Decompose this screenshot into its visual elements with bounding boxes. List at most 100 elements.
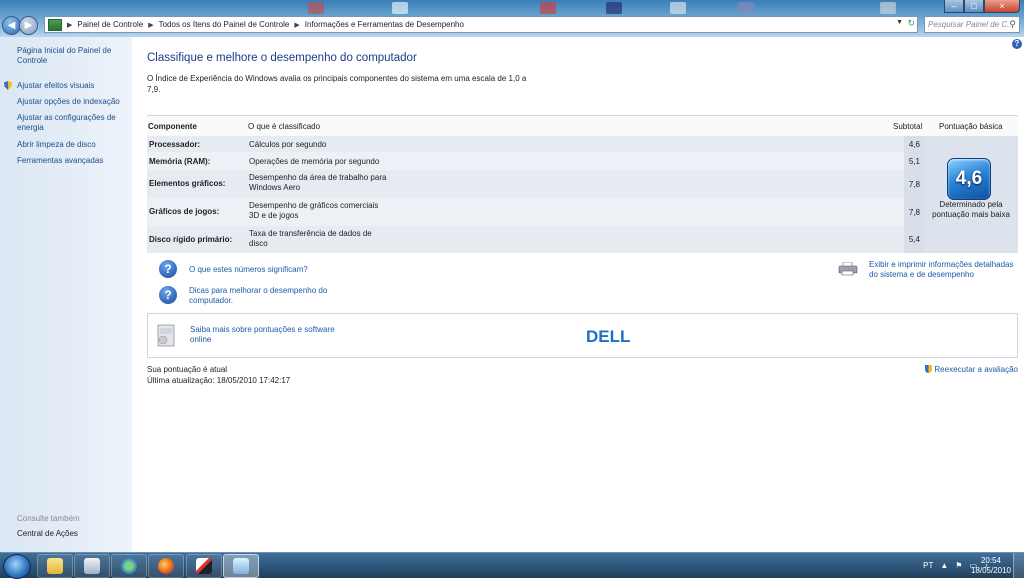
- link-performance-tips[interactable]: Dicas para melhorar o desempenho do comp…: [189, 286, 339, 306]
- language-indicator[interactable]: PT: [923, 561, 933, 570]
- header-rated: O que é classificado: [248, 122, 321, 131]
- software-box-icon: [157, 324, 175, 347]
- header-subtotal: Subtotal: [893, 122, 923, 131]
- taskbar-performance[interactable]: [223, 554, 259, 578]
- sidebar-item-visual-effects[interactable]: Ajustar efeitos visuais: [17, 81, 127, 91]
- score-table: Processador: Cálculos por segundo Memóri…: [147, 136, 1018, 253]
- sidebar-item-indexing[interactable]: Ajustar opções de indexação: [17, 97, 127, 107]
- row-rated: Operações de memória por segundo: [249, 157, 380, 166]
- rerun-assessment-link[interactable]: Reexecutar a avaliação: [925, 365, 1018, 374]
- clock-time: 20:54: [980, 556, 1001, 565]
- desktop-icon: [880, 2, 896, 14]
- chevron-down-icon[interactable]: ▼: [896, 19, 903, 26]
- table-row: Memória (RAM): Operações de memória por …: [147, 152, 924, 170]
- base-score-badge: 4,6: [947, 158, 991, 200]
- row-subtotal: 7,8: [908, 180, 920, 189]
- desktop-icon: [738, 2, 754, 14]
- firefox-icon: [158, 558, 174, 574]
- arrow-right-icon: ▶: [24, 20, 33, 31]
- chevron-right-icon: ▶: [294, 21, 300, 29]
- base-score-cell: 4,6 Determinado pela pontuação mais baix…: [924, 136, 1018, 253]
- control-panel-icon: [233, 558, 249, 574]
- tool-icon: [196, 558, 212, 574]
- row-component: Memória (RAM):: [149, 157, 211, 166]
- row-rated: Desempenho de gráficos comerciais 3D e d…: [249, 201, 379, 220]
- chevron-right-icon: ▶: [148, 21, 154, 29]
- chevron-right-icon: ▶: [67, 21, 73, 29]
- row-subtotal: 5,4: [908, 235, 920, 244]
- forward-button[interactable]: ▶: [19, 16, 38, 35]
- breadcrumb-item[interactable]: Informações e Ferramentas de Desempenho: [302, 20, 467, 29]
- sidebar-item-power[interactable]: Ajustar as configurações de energia: [17, 113, 127, 133]
- sidebar-item-advanced-tools[interactable]: Ferramentas avançadas: [17, 156, 127, 166]
- base-score-note: Determinado pela pontuação mais baixa: [932, 200, 1010, 219]
- clock-date: 18/05/2010: [970, 566, 1011, 575]
- refresh-icon[interactable]: ↻: [907, 18, 915, 29]
- start-button[interactable]: [3, 554, 31, 579]
- flag-icon[interactable]: ⚑: [955, 561, 962, 570]
- shield-icon: [4, 81, 12, 90]
- control-panel-icon: [48, 18, 62, 31]
- desktop-icon: [392, 2, 408, 14]
- row-subtotal: 5,1: [908, 157, 920, 166]
- help-icon[interactable]: ?: [1012, 39, 1022, 49]
- address-bar[interactable]: ▶ Painel de Controle ▶ Todos os Itens do…: [44, 16, 918, 33]
- taskbar-firefox[interactable]: [148, 554, 184, 578]
- taskbar-explorer[interactable]: [37, 554, 73, 578]
- more-info-box: Saiba mais sobre pontuações e software o…: [147, 313, 1018, 358]
- row-subtotal: 4,6: [908, 140, 920, 149]
- arrow-left-icon: ◀: [7, 20, 16, 31]
- sidebar-item-disk-cleanup[interactable]: Abrir limpeza de disco: [17, 140, 127, 150]
- window-app-icon: [84, 558, 100, 574]
- minimize-button[interactable]: –: [944, 0, 964, 13]
- taskbar: PT ▲ ⚑ ▭ ♪ 20:54 18/05/2010: [0, 552, 1024, 579]
- show-desktop-button[interactable]: [1013, 553, 1024, 578]
- users-icon: [121, 558, 137, 574]
- maximize-button[interactable]: □: [964, 0, 984, 13]
- subtotal-column: 4,6 5,1 7,8 7,8 5,4: [904, 136, 924, 253]
- close-button[interactable]: ×: [984, 0, 1020, 13]
- shield-icon: [925, 365, 933, 373]
- row-rated: Cálculos por segundo: [249, 140, 327, 149]
- search-icon[interactable]: ⚲: [1009, 19, 1016, 30]
- row-component: Gráficos de jogos:: [149, 207, 220, 216]
- window-chrome: – □ × ◀ ▶ ▶ Painel de Controle ▶ Todos o…: [0, 0, 1024, 37]
- clock[interactable]: 20:54 18/05/2010: [971, 556, 1011, 576]
- desktop-icon: [308, 2, 324, 14]
- desktop-icon: [670, 2, 686, 14]
- sidebar: Página Inicial do Painel de Controle Aju…: [0, 37, 132, 552]
- dell-logo: DELL: [586, 327, 631, 346]
- table-header: Componente O que é classificado Subtotal…: [147, 115, 1018, 137]
- row-component: Disco rígido primário:: [149, 235, 233, 244]
- table-row: Gráficos de jogos: Desempenho de gráfico…: [147, 198, 924, 226]
- sidebar-item-action-center[interactable]: Central de Ações: [17, 529, 127, 539]
- folder-icon: [47, 558, 63, 574]
- window-controls: – □ ×: [944, 0, 1020, 13]
- help-question-icon: ?: [159, 286, 177, 304]
- breadcrumb-item[interactable]: Painel de Controle: [74, 20, 146, 29]
- table-row: Processador: Cálculos por segundo: [147, 136, 924, 152]
- help-question-icon: ?: [159, 260, 177, 278]
- search-input[interactable]: Pesquisar Painel de C... ⚲: [924, 16, 1020, 33]
- taskbar-app[interactable]: [74, 554, 110, 578]
- taskbar-tool[interactable]: [186, 554, 222, 578]
- desktop-icon: [540, 2, 556, 14]
- header-base-score: Pontuação básica: [939, 122, 1003, 131]
- chevron-up-icon[interactable]: ▲: [940, 561, 948, 570]
- row-subtotal: 7,8: [908, 208, 920, 217]
- main-content: ? Classifique e melhore o desempenho do …: [132, 37, 1024, 552]
- last-update: Última atualização: 18/05/2010 17:42:17: [147, 376, 291, 385]
- see-also-heading: Consulte também: [17, 514, 80, 523]
- table-row: Elementos gráficos: Desempenho da área d…: [147, 170, 924, 198]
- taskbar-users[interactable]: [111, 554, 147, 578]
- header-component: Componente: [148, 122, 197, 131]
- breadcrumb-item[interactable]: Todos os Itens do Painel de Controle: [156, 20, 293, 29]
- table-row: Disco rígido primário: Taxa de transferê…: [147, 226, 924, 253]
- printer-icon: [838, 262, 858, 276]
- link-print-details[interactable]: Exibir e imprimir informações detalhadas…: [869, 260, 1019, 280]
- link-learn-more-online[interactable]: Saiba mais sobre pontuações e software o…: [190, 325, 350, 345]
- sidebar-home-link[interactable]: Página Inicial do Painel de Controle: [17, 46, 127, 66]
- link-what-numbers-mean[interactable]: O que estes números significam?: [189, 265, 308, 275]
- score-status: Sua pontuação é atual: [147, 365, 228, 374]
- row-component: Processador:: [149, 140, 201, 149]
